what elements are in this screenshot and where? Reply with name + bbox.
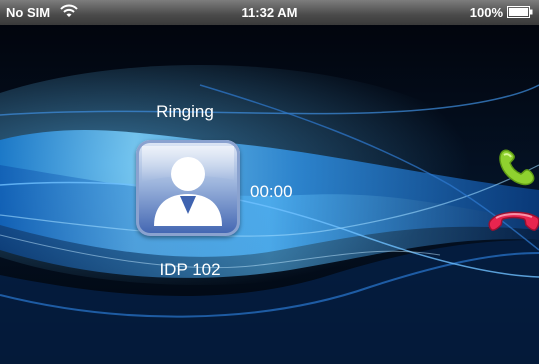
answer-call-button[interactable] (492, 146, 539, 190)
contact-avatar (136, 140, 240, 236)
decline-call-button[interactable] (488, 204, 539, 238)
call-status: Ringing (156, 102, 214, 121)
battery-icon (507, 6, 533, 21)
call-timer: 00:00 (250, 182, 293, 201)
status-bar: No SIM 11:32 AM 100% (0, 0, 539, 25)
contact-name: IDP 102 (159, 260, 221, 279)
incoming-call-screen: No SIM 11:32 AM 100% Ringing 00:00 IDP 1… (0, 0, 539, 364)
phone-red-icon (488, 211, 539, 231)
phone-green-icon (499, 149, 535, 186)
person-icon (142, 146, 234, 226)
status-time: 11:32 AM (241, 5, 298, 20)
battery-percent: 100% (469, 5, 503, 20)
